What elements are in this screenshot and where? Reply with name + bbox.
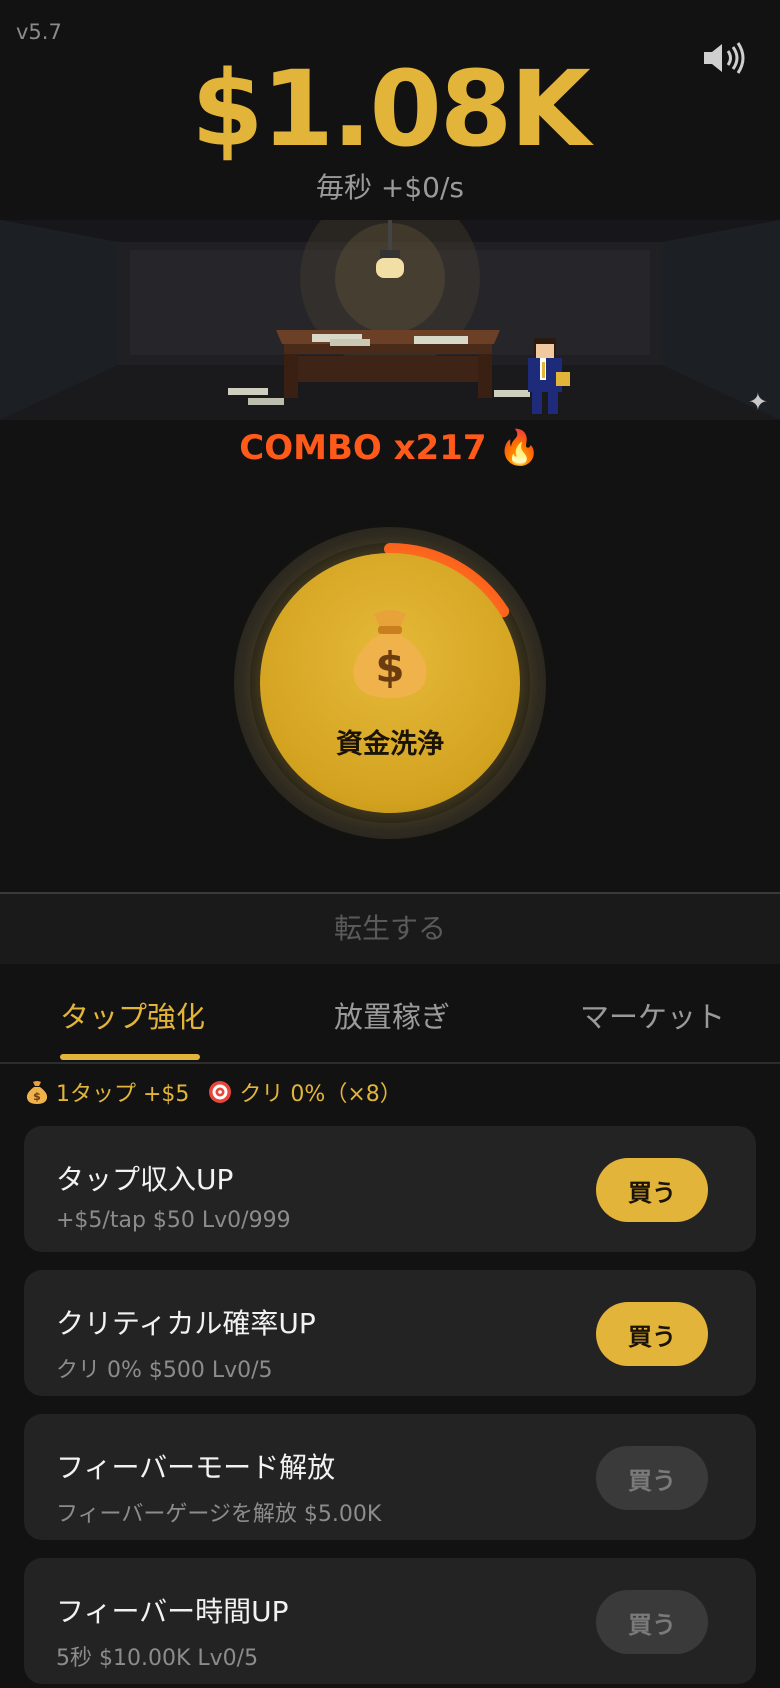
target-icon bbox=[209, 1081, 232, 1103]
tap-value-stat: 1タップ +$5 bbox=[56, 1082, 190, 1107]
svg-text:$: $ bbox=[375, 643, 404, 692]
stats-row: $ 1タップ +$5 クリ 0%（×8） bbox=[24, 1076, 402, 1108]
svg-text:$: $ bbox=[33, 1090, 41, 1103]
upgrade-details: 5秒 $10.00K Lv0/5 bbox=[56, 1646, 259, 1671]
upgrade-title: フィーバーモード解放 bbox=[56, 1451, 336, 1484]
tab-tap-upgrade[interactable]: タップ強化 bbox=[60, 994, 205, 1036]
tap-button-label: 資金洗浄 bbox=[336, 728, 444, 760]
upgrade-title: フィーバー時間UP bbox=[56, 1595, 289, 1628]
buy-button[interactable]: 買う bbox=[596, 1158, 708, 1222]
upgrade-card-tap-income: タップ収入UP +$5/tap $50 Lv0/999 買う bbox=[24, 1126, 756, 1252]
upgrade-details: フィーバーゲージを解放 $5.00K bbox=[56, 1502, 382, 1527]
income-rate: 毎秒 +$0/s bbox=[315, 171, 464, 204]
tap-area: $ 資金洗浄 bbox=[232, 525, 548, 841]
active-tab-indicator bbox=[60, 1054, 200, 1060]
upgrade-title: クリティカル確率UP bbox=[56, 1307, 316, 1340]
tab-idle-income[interactable]: 放置稼ぎ bbox=[334, 994, 450, 1036]
sparkle-icon: ✦ bbox=[747, 388, 768, 416]
money-total: $1.08K bbox=[191, 48, 591, 170]
tab-market[interactable]: マーケット bbox=[580, 994, 725, 1036]
upgrade-details: +$5/tap $50 Lv0/999 bbox=[56, 1208, 291, 1233]
buy-button[interactable]: 買う bbox=[596, 1302, 708, 1366]
upgrade-card-fever-time: フィーバー時間UP 5秒 $10.00K Lv0/5 買う bbox=[24, 1558, 756, 1684]
money-bag-icon: $ bbox=[353, 609, 427, 698]
upgrade-title: タップ収入UP bbox=[56, 1163, 234, 1196]
version-label: v5.7 bbox=[16, 20, 62, 44]
buy-button[interactable]: 買う bbox=[596, 1446, 708, 1510]
buy-button[interactable]: 買う bbox=[596, 1590, 708, 1654]
combo-counter: COMBO x217 🔥 bbox=[239, 428, 541, 468]
upgrade-details: クリ 0% $500 Lv0/5 bbox=[56, 1358, 273, 1383]
launder-tap-button[interactable]: $ 資金洗浄 bbox=[260, 553, 520, 813]
office-scene: ✦ bbox=[0, 220, 780, 420]
upgrade-card-crit-rate: クリティカル確率UP クリ 0% $500 Lv0/5 買う bbox=[24, 1270, 756, 1396]
money-bag-icon: $ bbox=[26, 1081, 48, 1104]
rebirth-button[interactable]: 転生する bbox=[0, 894, 780, 964]
crit-stat: クリ 0%（×8） bbox=[239, 1082, 402, 1107]
upgrade-card-fever-unlock: フィーバーモード解放 フィーバーゲージを解放 $5.00K 買う bbox=[24, 1414, 756, 1540]
tab-bar: タップ強化 放置稼ぎ マーケット bbox=[0, 966, 780, 1064]
